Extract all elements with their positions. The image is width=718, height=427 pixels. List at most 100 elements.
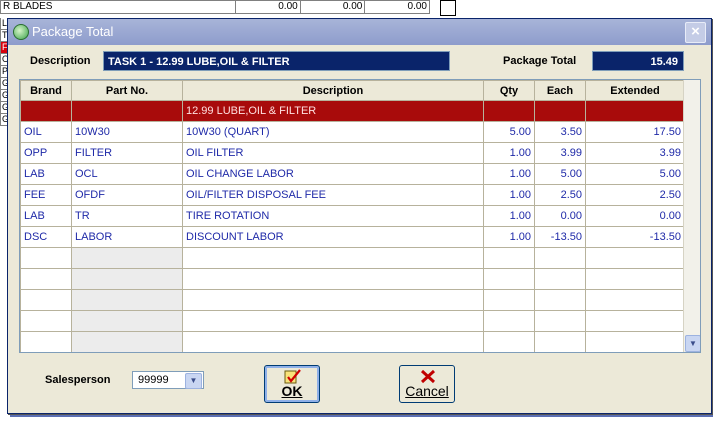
cell-extended: -13.50 xyxy=(585,226,685,248)
cell-brand: LAB xyxy=(20,205,72,227)
cell-brand: OIL xyxy=(20,121,72,143)
table-row[interactable]: DSC LABOR DISCOUNT LABOR 1.00 -13.50 -13… xyxy=(20,226,685,248)
empty-row[interactable] xyxy=(20,289,685,311)
background-grid: R BLADES 0.00 0.00 0.00 xyxy=(0,0,430,14)
cell-each: 5.00 xyxy=(534,163,586,185)
cell-brand: OPP xyxy=(20,142,72,164)
cell-extended: 17.50 xyxy=(585,121,685,143)
cell-each xyxy=(534,100,586,122)
ok-label: OK xyxy=(281,383,303,399)
grid-header-row: Brand Part No. Description Qty Each Exte… xyxy=(20,80,685,101)
package-total-label: Package Total xyxy=(503,55,577,67)
empty-cell xyxy=(483,268,535,290)
empty-cell xyxy=(71,331,183,352)
empty-cell xyxy=(534,331,586,352)
empty-cell xyxy=(534,289,586,311)
cell-each: -13.50 xyxy=(534,226,586,248)
cell-extended xyxy=(585,100,685,122)
chevron-down-icon[interactable]: ▼ xyxy=(185,373,202,389)
empty-row[interactable] xyxy=(20,331,685,352)
close-icon[interactable]: × xyxy=(685,22,706,43)
scroll-down-icon[interactable]: ▼ xyxy=(685,335,700,352)
package-lines-table: Brand Part No. Description Qty Each Exte… xyxy=(20,80,685,352)
empty-cell xyxy=(534,268,586,290)
column-header-part-no[interactable]: Part No. xyxy=(71,80,183,101)
cell-part-no: 10W30 xyxy=(71,121,183,143)
cell-description: 10W30 (QUART) xyxy=(182,121,484,143)
ok-button[interactable]: OK xyxy=(264,365,320,403)
cell-qty: 1.00 xyxy=(483,226,535,248)
cell-each: 3.50 xyxy=(534,121,586,143)
cell-part-no xyxy=(71,100,183,122)
empty-cell xyxy=(20,247,72,269)
background-checkbox xyxy=(440,0,456,16)
column-header-description[interactable]: Description xyxy=(182,80,484,101)
cell-part-no: LABOR xyxy=(71,226,183,248)
empty-cell xyxy=(182,331,484,352)
cell-each: 3.99 xyxy=(534,142,586,164)
cell-extended: 2.50 xyxy=(585,184,685,206)
bg-cell-value: 0.00 xyxy=(299,0,366,14)
empty-cell xyxy=(182,289,484,311)
empty-cell xyxy=(20,289,72,311)
empty-cell xyxy=(585,268,685,290)
column-header-qty[interactable]: Qty xyxy=(483,80,535,101)
cell-extended: 5.00 xyxy=(585,163,685,185)
dialog-title: Package Total xyxy=(32,24,114,39)
cell-qty: 1.00 xyxy=(483,163,535,185)
cancel-x-icon xyxy=(420,369,436,384)
cell-description: 12.99 LUBE,OIL & FILTER xyxy=(182,100,484,122)
empty-cell xyxy=(585,310,685,332)
package-lines-grid[interactable]: Brand Part No. Description Qty Each Exte… xyxy=(19,79,701,353)
empty-cell xyxy=(20,331,72,352)
cell-qty: 1.00 xyxy=(483,184,535,206)
empty-cell xyxy=(483,247,535,269)
cell-qty xyxy=(483,100,535,122)
bg-cell-value: 0.00 xyxy=(235,0,301,14)
cell-brand: DSC xyxy=(20,226,72,248)
cell-description: OIL CHANGE LABOR xyxy=(182,163,484,185)
package-total-field: 15.49 xyxy=(592,51,684,71)
table-row[interactable]: 12.99 LUBE,OIL & FILTER xyxy=(20,100,685,122)
table-row[interactable]: LAB OCL OIL CHANGE LABOR 1.00 5.00 5.00 xyxy=(20,163,685,185)
empty-cell xyxy=(20,310,72,332)
empty-cell xyxy=(71,310,183,332)
table-row[interactable]: OIL 10W30 10W30 (QUART) 5.00 3.50 17.50 xyxy=(20,121,685,143)
checkmark-icon xyxy=(284,369,301,384)
table-row[interactable]: FEE OFDF OIL/FILTER DISPOSAL FEE 1.00 2.… xyxy=(20,184,685,206)
cancel-button[interactable]: Cancel xyxy=(399,365,455,403)
empty-cell xyxy=(20,268,72,290)
background-divider xyxy=(10,415,713,417)
empty-cell xyxy=(585,331,685,352)
column-header-extended[interactable]: Extended xyxy=(585,80,685,101)
empty-cell xyxy=(585,247,685,269)
cell-qty: 5.00 xyxy=(483,121,535,143)
empty-cell xyxy=(483,331,535,352)
cell-qty: 1.00 xyxy=(483,142,535,164)
empty-row[interactable] xyxy=(20,247,685,269)
cell-description: OIL/FILTER DISPOSAL FEE xyxy=(182,184,484,206)
cell-part-no: FILTER xyxy=(71,142,183,164)
column-header-brand[interactable]: Brand xyxy=(20,80,72,101)
salesperson-label: Salesperson xyxy=(45,374,111,386)
table-row[interactable]: LAB TR TIRE ROTATION 1.00 0.00 0.00 xyxy=(20,205,685,227)
cell-extended: 0.00 xyxy=(585,205,685,227)
column-header-each[interactable]: Each xyxy=(534,80,586,101)
title-bar[interactable]: Package Total × xyxy=(8,19,711,45)
bg-cell-name: R BLADES xyxy=(0,0,237,14)
cell-part-no: OFDF xyxy=(71,184,183,206)
empty-row[interactable] xyxy=(20,310,685,332)
salesperson-select[interactable]: 99999 ▼ xyxy=(132,371,204,389)
description-label: Description xyxy=(30,55,91,67)
vertical-scrollbar[interactable]: ▼ xyxy=(683,80,700,352)
empty-cell xyxy=(585,289,685,311)
empty-row[interactable] xyxy=(20,268,685,290)
table-row[interactable]: OPP FILTER OIL FILTER 1.00 3.99 3.99 xyxy=(20,142,685,164)
cell-extended: 3.99 xyxy=(585,142,685,164)
cell-brand: FEE xyxy=(20,184,72,206)
empty-cell xyxy=(483,289,535,311)
empty-cell xyxy=(182,310,484,332)
empty-cell xyxy=(71,247,183,269)
cell-part-no: OCL xyxy=(71,163,183,185)
empty-cell xyxy=(534,247,586,269)
